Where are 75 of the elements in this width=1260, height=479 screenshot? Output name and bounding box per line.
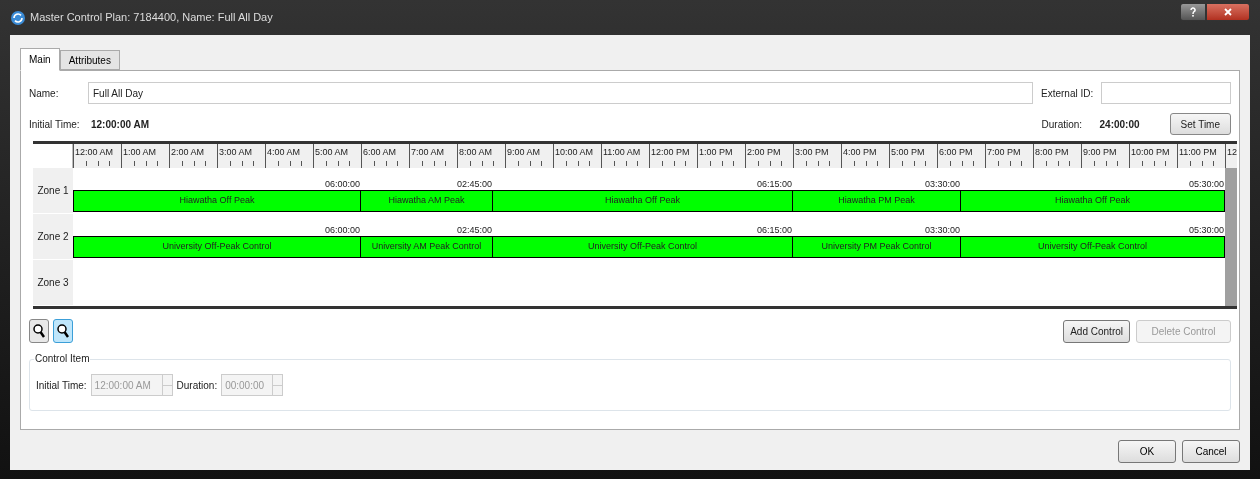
hour-label: 11:00 PM — [1179, 146, 1218, 158]
duration-value: 24:00:00 — [1099, 117, 1141, 132]
hour-label: 1:00 AM — [123, 146, 158, 158]
initial-time-label: Initial Time: — [29, 117, 81, 132]
magnifier-icon — [57, 324, 69, 338]
control-bar[interactable]: University Off-Peak Control — [493, 236, 793, 258]
hour-label: 12 — [1227, 146, 1237, 158]
hour-label: 7:00 PM — [987, 146, 1022, 158]
zone-label: Zone 2 — [37, 230, 69, 244]
control-bar[interactable]: Hiawatha PM Peak — [793, 190, 961, 212]
zone-label: Zone 3 — [37, 276, 69, 290]
hour-label: 2:00 PM — [747, 146, 782, 158]
duration-label: 05:30:00 — [1187, 224, 1225, 236]
external-id-field[interactable] — [1101, 82, 1231, 104]
duration-label: 02:45:00 — [455, 178, 493, 190]
control-bar[interactable]: University PM Peak Control — [793, 236, 961, 258]
control-bar[interactable]: Hiawatha AM Peak — [361, 190, 493, 212]
duration-label: 02:45:00 — [455, 224, 493, 236]
hour-label: 9:00 AM — [507, 146, 542, 158]
set-time-button[interactable]: Set Time — [1169, 113, 1231, 135]
duration-label: 06:15:00 — [755, 224, 793, 236]
add-control-button[interactable]: Add Control — [1063, 319, 1130, 343]
hour-label: 11:00 AM — [603, 146, 642, 158]
duration-label: 06:00:00 — [323, 178, 361, 190]
initial-time-label: Initial Time: — [36, 378, 87, 393]
hour-label: 8:00 PM — [1035, 146, 1070, 158]
zone-label: Zone 1 — [37, 184, 69, 198]
hour-label: 5:00 AM — [315, 146, 350, 158]
hour-label: 12:00 AM — [75, 146, 115, 158]
dialog-button[interactable]: OK — [1118, 440, 1176, 463]
tab[interactable]: Main — [20, 48, 60, 71]
control-bar[interactable]: Hiawatha Off Peak — [73, 190, 361, 212]
duration-label: 03:30:00 — [923, 178, 961, 190]
initial-time-value: 12:00:00 AM — [91, 117, 149, 132]
name-field[interactable]: Full All Day — [88, 82, 1033, 104]
hour-label: 3:00 PM — [795, 146, 830, 158]
hour-label: 10:00 AM — [555, 146, 595, 158]
duration-label: Duration: — [1041, 117, 1084, 132]
help-button[interactable] — [1180, 2, 1206, 21]
hour-label: 4:00 AM — [267, 146, 302, 158]
hour-label: 12:00 PM — [651, 146, 691, 158]
duration-label: 03:30:00 — [923, 224, 961, 236]
duration-label: 06:00:00 — [323, 224, 361, 236]
magnifier-icon — [33, 324, 45, 338]
window-title: Master Control Plan: 7184400, Name: Full All Day — [30, 10, 273, 26]
question-mark-icon — [1190, 6, 1196, 17]
tab[interactable]: Attributes — [59, 50, 120, 70]
duration-label: 06:15:00 — [755, 178, 793, 190]
control-bar[interactable]: Hiawatha Off Peak — [493, 190, 793, 212]
app-logo-icon — [10, 9, 26, 26]
scroll-bar[interactable] — [1225, 168, 1237, 306]
control-bar[interactable]: University Off-Peak Control — [73, 236, 361, 258]
close-button[interactable] — [1206, 2, 1250, 21]
hour-label: 2:00 AM — [171, 146, 206, 158]
hour-label: 6:00 PM — [939, 146, 974, 158]
hour-label: 6:00 AM — [363, 146, 398, 158]
external-id-label: External ID: — [1041, 86, 1095, 101]
duration-label: 05:30:00 — [1187, 178, 1225, 190]
zoom-button[interactable] — [53, 319, 73, 343]
hour-label: 10:00 PM — [1131, 146, 1171, 158]
hour-label: 7:00 AM — [411, 146, 446, 158]
duration-label: Duration: — [176, 378, 218, 393]
hour-label: 8:00 AM — [459, 146, 494, 158]
control-bar[interactable]: University Off-Peak Control — [961, 236, 1225, 258]
hour-label: 4:00 PM — [843, 146, 878, 158]
control-bar[interactable]: Hiawatha Off Peak — [961, 190, 1225, 212]
hour-label: 9:00 PM — [1083, 146, 1118, 158]
hour-label: 1:00 PM — [699, 146, 734, 158]
name-label: Name: — [29, 86, 60, 101]
control-bar[interactable]: University AM Peak Control — [361, 236, 493, 258]
hour-label: 3:00 AM — [219, 146, 254, 158]
close-icon — [1224, 7, 1232, 16]
zoom-button[interactable] — [29, 319, 49, 343]
dialog-button[interactable]: Cancel — [1182, 440, 1240, 463]
hour-label: 5:00 PM — [891, 146, 926, 158]
